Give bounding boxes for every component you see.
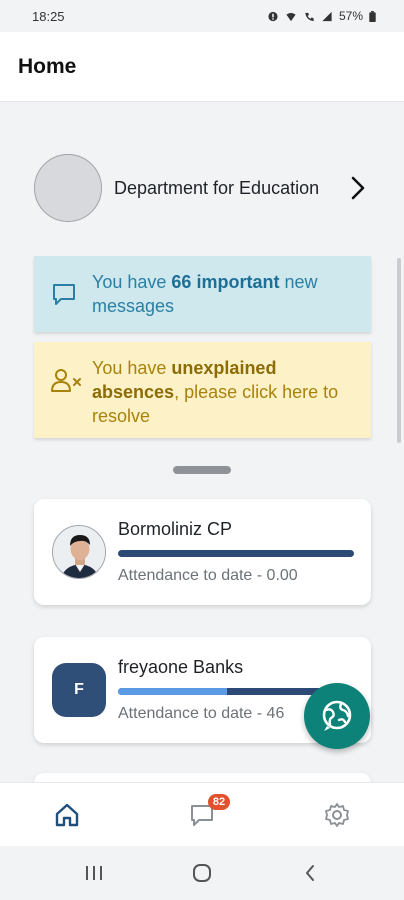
- messages-badge: 82: [207, 793, 230, 810]
- battery-icon: [369, 10, 376, 22]
- status-bar: 18:25 57%: [0, 0, 404, 32]
- status-time: 18:25: [32, 8, 65, 24]
- student-name: Bormoliniz CP: [118, 519, 233, 539]
- organisation-name: Department for Education: [114, 177, 320, 198]
- scrollbar[interactable]: [397, 258, 401, 443]
- absences-banner[interactable]: You have unexplained absences, please cl…: [34, 342, 371, 438]
- message-icon: [50, 280, 78, 308]
- globe-chat-icon: [322, 700, 352, 731]
- user-x-icon: [50, 366, 81, 394]
- messages-banner-text: You have 66 important new messages: [92, 272, 318, 316]
- messages-banner[interactable]: You have 66 important new messages: [34, 256, 371, 332]
- chevron-right-icon[interactable]: [346, 174, 370, 202]
- student-initial-avatar: F: [52, 663, 106, 717]
- back-icon[interactable]: [290, 858, 330, 888]
- page-title: Home: [18, 54, 77, 78]
- student-name: freyaone Banks: [118, 657, 244, 677]
- home-icon: [56, 803, 79, 826]
- gear-icon: [324, 802, 349, 827]
- student-card[interactable]: Bormoliniz CP Attendance to date - 0.00: [34, 499, 371, 605]
- attendance-text: Attendance to date - 46: [118, 705, 285, 722]
- app-header: Home: [0, 32, 404, 102]
- alert-icon: [267, 11, 279, 22]
- organisation-row[interactable]: Department for Education: [34, 153, 370, 223]
- status-icons: 57%: [267, 9, 376, 23]
- battery-percent: 57%: [338, 9, 363, 23]
- home-circle-icon[interactable]: [182, 858, 222, 888]
- bottom-navigation: 82: [0, 782, 404, 846]
- call-icon: [303, 11, 315, 22]
- attendance-text: Attendance to date - 0.00: [118, 567, 298, 584]
- wifi-icon: [285, 11, 297, 22]
- signal-icon: [321, 11, 333, 22]
- attendance-bar-fill: [118, 688, 227, 695]
- attendance-bar: [118, 550, 354, 557]
- nav-home[interactable]: [37, 790, 97, 840]
- nav-messages[interactable]: 82: [172, 790, 232, 840]
- organisation-avatar: [34, 154, 102, 222]
- drag-handle[interactable]: [173, 466, 231, 474]
- messages-count-highlight: 66 important: [171, 272, 280, 292]
- absences-banner-text: You have unexplained absences, please cl…: [92, 358, 339, 426]
- student-avatar: [52, 525, 106, 579]
- system-navigation-bar: [0, 846, 404, 900]
- recents-icon[interactable]: [74, 858, 114, 888]
- assistant-fab[interactable]: [304, 683, 370, 749]
- nav-settings[interactable]: [307, 790, 367, 840]
